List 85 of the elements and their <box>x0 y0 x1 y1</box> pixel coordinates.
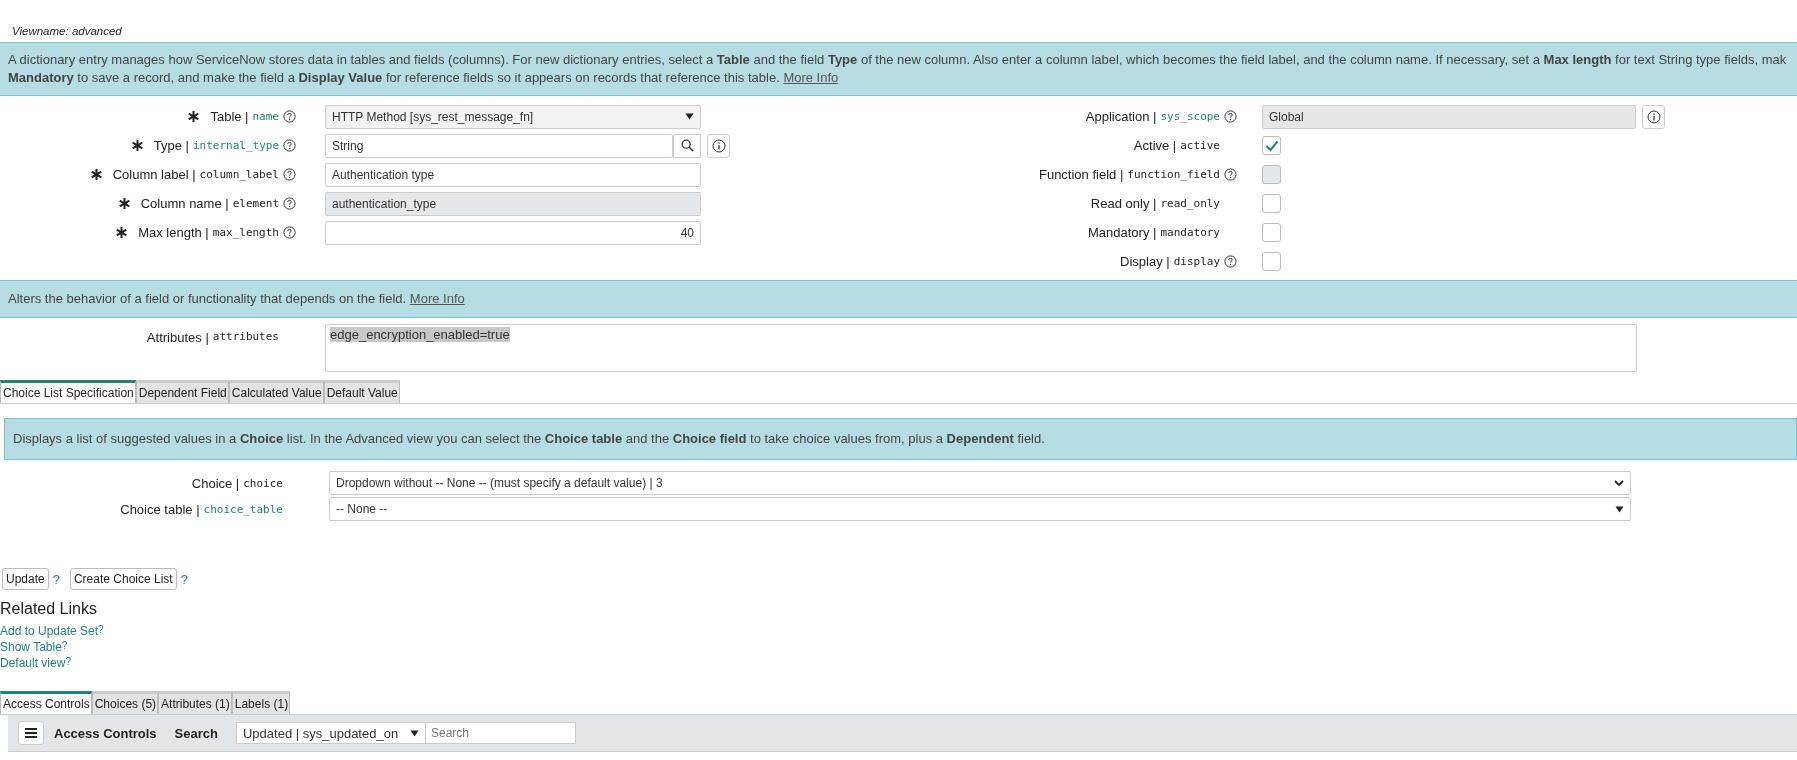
caret-icon <box>1615 505 1624 513</box>
list-title: Access Controls <box>54 725 157 741</box>
help-icon[interactable] <box>1224 110 1237 123</box>
info-banner: Displays a list of suggested values in a Choice list. In the Advanced view you can select the Choice table and the Choice field to take choice values from, plus a Dependent field. <box>4 418 1797 460</box>
help-link[interactable]: ? <box>180 571 188 587</box>
choice-select[interactable]: -- None -- <box>329 497 1631 521</box>
help-link[interactable]: ? <box>65 656 71 670</box>
more-info-link[interactable]: More Info <box>783 70 839 85</box>
help-icon[interactable] <box>283 168 296 181</box>
field-name: sys_scope <box>1160 110 1220 123</box>
field-name: internal_type <box>192 139 279 152</box>
section-tab[interactable]: Choice List Specification <box>0 380 136 403</box>
field-name: active <box>1180 139 1220 152</box>
field-label: Application | <box>1085 109 1157 124</box>
field-label: Max length | <box>138 225 209 240</box>
field-label: Choice table | <box>120 501 200 517</box>
search-label: Search <box>174 725 218 741</box>
form-button[interactable]: Create Choice List <box>69 568 177 590</box>
table-select[interactable]: HTTP Method [sys_rest_message_fn] <box>325 104 701 129</box>
attributes-field[interactable]: edge_encryption_enabled=true <box>325 324 1637 372</box>
list-tab[interactable]: Labels (1) <box>231 691 291 714</box>
field-label: Column name | <box>140 196 229 211</box>
help-icon[interactable] <box>283 110 296 123</box>
field-name: mandatory <box>1160 226 1220 239</box>
checkbox[interactable] <box>1262 223 1281 242</box>
field-label: Read only | <box>1090 196 1157 211</box>
field-label: Choice | <box>191 475 240 491</box>
help-icon[interactable] <box>283 139 296 152</box>
field-name: column_label <box>199 168 279 181</box>
choice-select[interactable]: Dropdown without -- None -- (must specify a default value) | 3 <box>329 471 1631 495</box>
field-label: Attributes | <box>146 330 209 345</box>
field-label: Function field | <box>1038 167 1124 182</box>
field-name: function_field <box>1127 168 1220 181</box>
field-label: Active | <box>1133 138 1177 153</box>
info-icon[interactable] <box>1642 104 1665 129</box>
help-icon[interactable] <box>283 197 296 210</box>
caret-icon <box>685 113 694 120</box>
list-tab[interactable]: Attributes (1) <box>158 691 232 714</box>
field-name: choice <box>243 476 283 490</box>
search-field[interactable]: Search <box>425 722 576 744</box>
list-tab[interactable]: Access Controls <box>0 691 92 714</box>
help-link[interactable]: ? <box>52 571 60 587</box>
readonly-field: Global <box>1262 104 1636 129</box>
viewname-text: Viewname: advanced <box>11 24 123 39</box>
checkbox[interactable] <box>1262 136 1281 155</box>
field-name: read_only <box>1160 197 1220 210</box>
menu-icon[interactable] <box>18 721 44 745</box>
list-tab[interactable]: Choices (5) <box>91 691 159 714</box>
text-field[interactable]: Authentication type <box>325 162 701 187</box>
more-info-link[interactable]: More Info <box>409 291 465 306</box>
number-field[interactable]: 40 <box>325 220 701 245</box>
type-field[interactable]: String <box>325 133 673 158</box>
caret-icon <box>409 729 419 737</box>
field-label: Type | <box>153 138 189 153</box>
section-tab[interactable]: Default Value <box>323 380 400 403</box>
form-button[interactable]: Update <box>2 568 49 590</box>
related-link[interactable]: Show Table <box>0 640 62 654</box>
search-icon[interactable] <box>673 133 701 158</box>
info-banner: A dictionary entry manages how ServiceNow stores data in tables and fields (columns). For new dictionary entries, select a Table and the field Type of the new column. Also enter a column label, which becomes the field label, and the column name. If necessary, set a Max length for text String type fields, mak Mandatory to save a record, and make the field a Display Value for reference fields so it appears on records that reference this table. More Info <box>0 42 1797 96</box>
field-name: max_length <box>212 226 279 239</box>
search-column-select[interactable]: Updated | sys_updated_on <box>235 722 426 744</box>
section-tab[interactable]: Dependent Field <box>135 380 229 403</box>
info-banner: Alters the behavior of a field or functionality that depends on the field. More Info <box>0 280 1797 318</box>
related-link[interactable]: Default view <box>0 656 66 670</box>
section-heading: Related Links <box>0 600 98 618</box>
field-name: choice_table <box>203 502 283 516</box>
help-icon[interactable] <box>283 226 296 239</box>
info-icon[interactable] <box>707 133 730 158</box>
related-link[interactable]: Add to Update Set <box>0 624 99 638</box>
field-name: display <box>1173 255 1220 268</box>
field-name: element <box>232 197 279 210</box>
help-link[interactable]: ? <box>61 640 68 654</box>
field-label: Table | <box>210 109 249 124</box>
help-link[interactable]: ? <box>98 624 104 638</box>
chevron-icon <box>1614 479 1624 487</box>
field-name: attributes <box>212 330 279 343</box>
field-label: Display | <box>1120 254 1170 269</box>
checkbox[interactable] <box>1262 252 1281 271</box>
section-tab[interactable]: Calculated Value <box>228 380 324 403</box>
readonly-field: authentication_type <box>325 191 701 216</box>
field-name: name <box>252 110 279 123</box>
field-label: Column label | <box>112 167 196 182</box>
field-label: Mandatory | <box>1087 225 1157 240</box>
checkbox[interactable] <box>1262 194 1281 213</box>
help-icon[interactable] <box>1224 255 1237 268</box>
